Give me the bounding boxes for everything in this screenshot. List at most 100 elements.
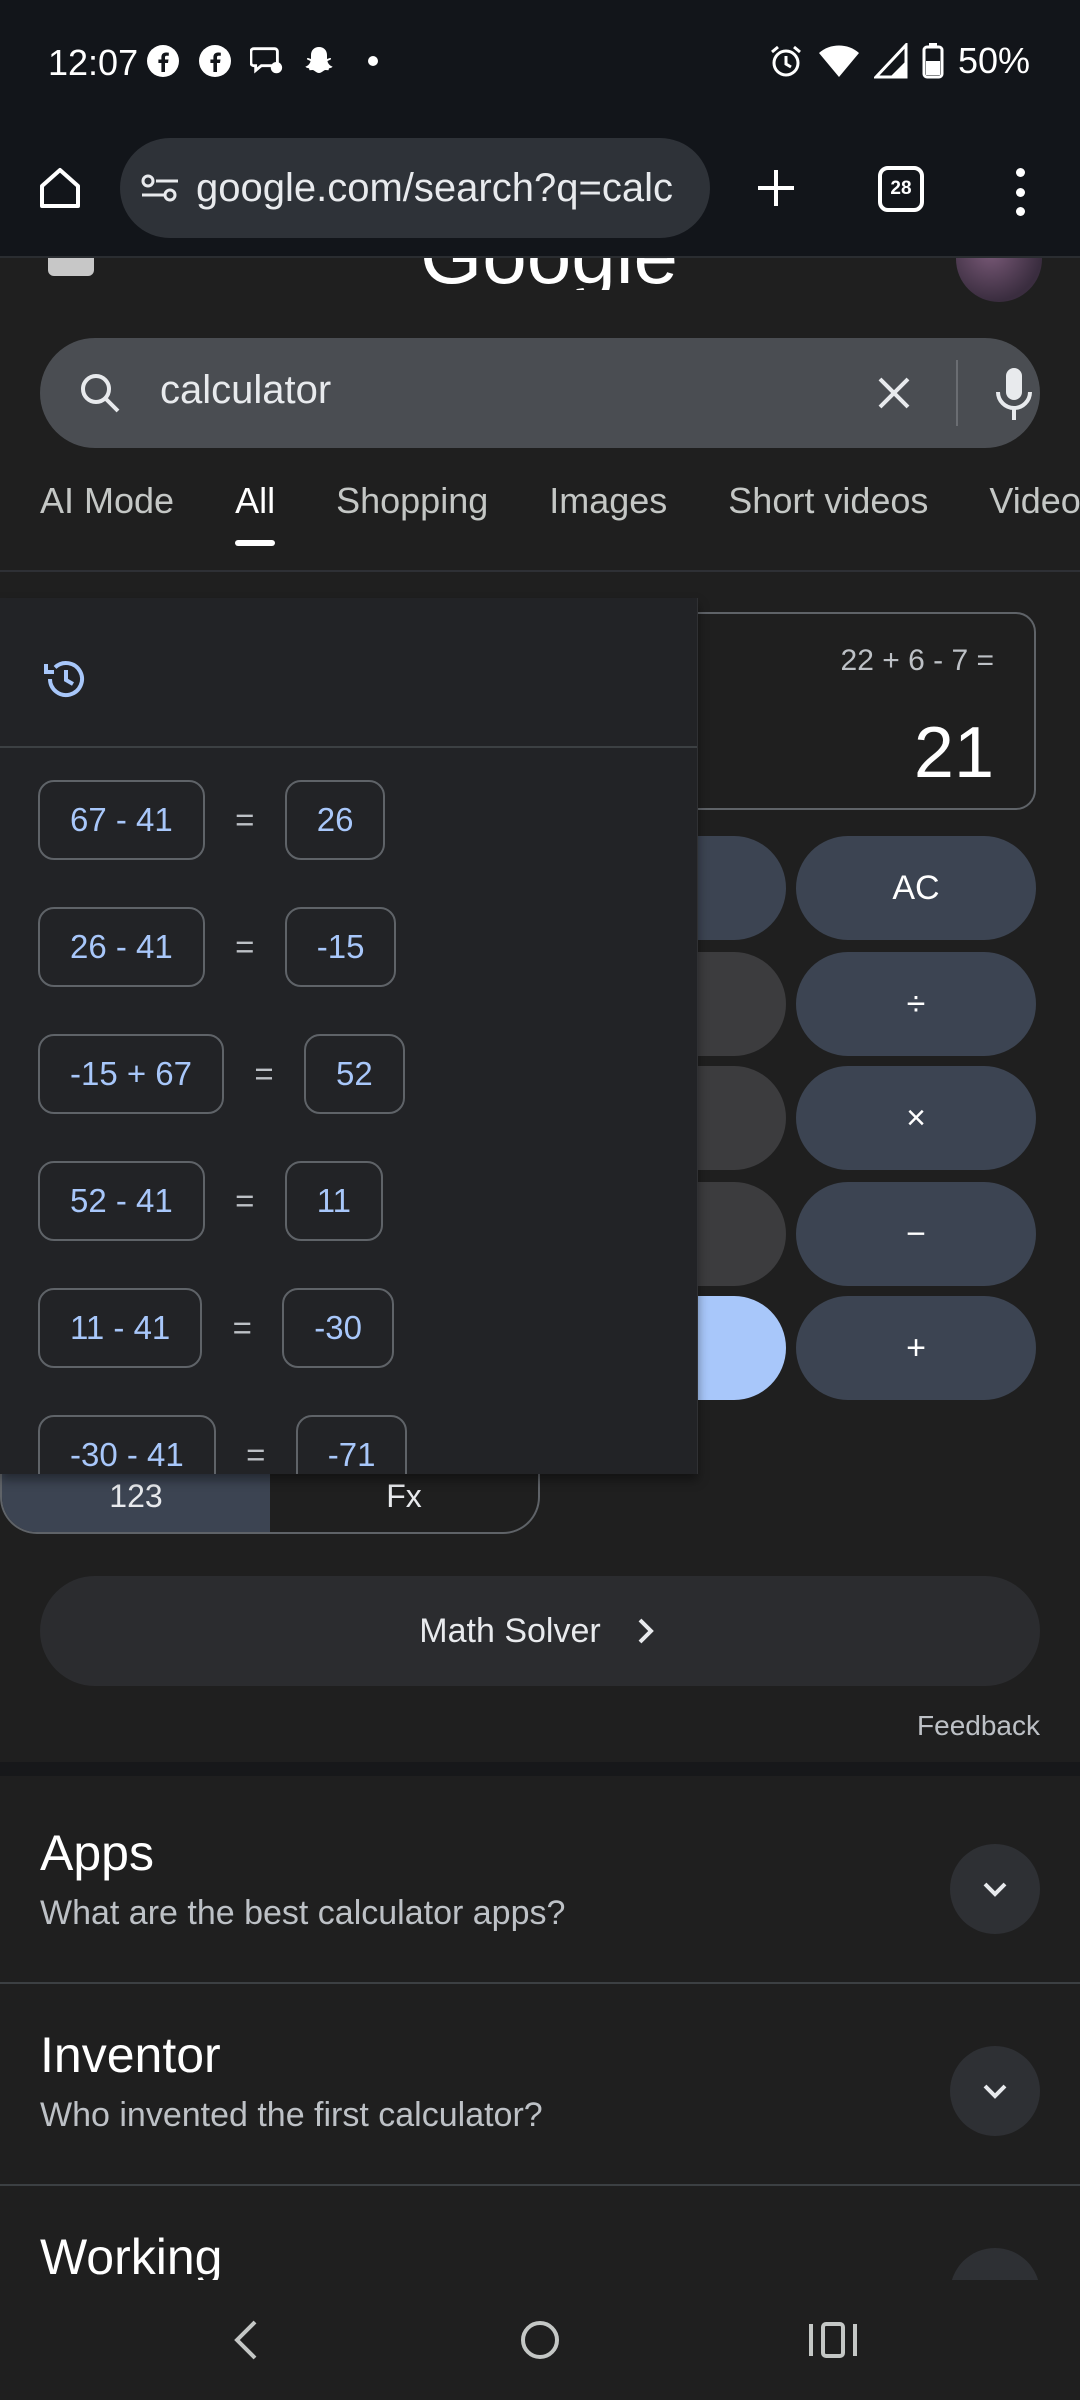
history-expression[interactable]: 67 - 41 xyxy=(38,780,205,860)
home-circle-icon[interactable] xyxy=(514,2310,566,2370)
math-solver-button[interactable]: Math Solver xyxy=(40,1576,1040,1686)
status-bar: 12:07 50% xyxy=(0,0,1080,128)
history-equals: = xyxy=(246,1436,266,1473)
history-expression[interactable]: -30 - 41 xyxy=(38,1415,216,1474)
more-menu-button[interactable] xyxy=(1000,162,1040,222)
faq-title: Working xyxy=(40,2229,223,2280)
feedback-link[interactable]: Feedback xyxy=(917,1710,1040,1742)
history-result[interactable]: 52 xyxy=(304,1034,405,1114)
history-row: 67 - 41 = 26 xyxy=(38,780,386,860)
ac-key[interactable]: AC xyxy=(796,836,1036,940)
faq-item-apps[interactable]: Apps What are the best calculator apps? xyxy=(0,1776,1080,1976)
tab-images[interactable]: Images xyxy=(549,480,667,560)
back-icon[interactable] xyxy=(225,2310,265,2370)
search-icon xyxy=(81,374,120,413)
faq-item-working[interactable]: Working xyxy=(0,2180,1080,2280)
history-result[interactable]: 26 xyxy=(284,780,386,860)
expand-button[interactable] xyxy=(950,2248,1040,2280)
history-icon[interactable] xyxy=(40,654,90,704)
expand-button[interactable] xyxy=(950,1844,1040,1934)
home-icon xyxy=(40,168,80,208)
expand-button[interactable] xyxy=(950,2046,1040,2136)
faq-title: Apps xyxy=(40,1825,154,1881)
tab-ai-mode[interactable]: AI Mode xyxy=(40,480,174,560)
faq-title: Inventor xyxy=(40,2027,221,2083)
microphone-icon[interactable] xyxy=(994,366,1034,422)
plus-icon xyxy=(758,170,794,206)
search-input[interactable]: calculator xyxy=(160,368,331,413)
facebook-icon xyxy=(198,44,232,78)
url-text[interactable]: google.com/search?q=calc xyxy=(196,166,696,211)
history-row: 26 - 41 = -15 xyxy=(38,907,397,987)
tab-all[interactable]: All xyxy=(235,480,276,560)
calculator-display: 22 + 6 - 7 = 21 xyxy=(660,612,1036,810)
search-box[interactable]: calculator xyxy=(40,338,1040,448)
history-equals: = xyxy=(232,1309,252,1346)
history-expression[interactable]: 11 - 41 xyxy=(38,1288,203,1368)
home-button[interactable] xyxy=(30,158,90,218)
search-tabs: AI Mode All Shopping Images Short videos… xyxy=(40,480,1080,560)
battery-percent: 50% xyxy=(957,40,1030,81)
account-avatar[interactable] xyxy=(956,258,1042,302)
math-solver-label: Math Solver xyxy=(419,1611,601,1650)
google-logo: Google xyxy=(0,258,1080,290)
faq-subtitle: Who invented the first calculator? xyxy=(40,2096,543,2134)
history-equals: = xyxy=(235,928,255,965)
history-row: -15 + 67 = 52 xyxy=(38,1034,405,1114)
faq-subtitle: What are the best calculator apps? xyxy=(40,1894,566,1932)
facebook-icon xyxy=(146,44,180,78)
clear-icon[interactable] xyxy=(870,369,918,417)
history-row: 52 - 41 = 11 xyxy=(38,1161,384,1241)
history-expression[interactable]: 52 - 41 xyxy=(38,1161,205,1241)
history-equals: = xyxy=(235,1182,255,1219)
minus-key[interactable]: − xyxy=(796,1182,1036,1286)
status-time: 12:07 xyxy=(48,42,139,83)
tab-short-videos[interactable]: Short videos xyxy=(728,480,928,560)
faq-item-inventor[interactable]: Inventor Who invented the first calculat… xyxy=(0,1978,1080,2178)
chevron-down-icon xyxy=(983,1882,1007,1897)
tab-switcher-button[interactable]: 28 xyxy=(878,166,924,212)
divide-key[interactable]: ÷ xyxy=(796,952,1036,1056)
chevron-down-icon xyxy=(983,2084,1007,2099)
tab-shopping[interactable]: Shopping xyxy=(336,480,488,560)
tabs-divider xyxy=(0,570,1080,572)
avatar xyxy=(956,258,1042,302)
search-divider xyxy=(956,360,958,426)
history-result[interactable]: -71 xyxy=(295,1415,408,1474)
history-expression[interactable]: 26 - 41 xyxy=(38,907,205,987)
calculator-result: 21 xyxy=(913,713,994,793)
history-expression[interactable]: -15 + 67 xyxy=(38,1034,225,1114)
recent-apps-icon[interactable] xyxy=(805,2310,861,2370)
section-divider xyxy=(0,1762,1080,1776)
history-result[interactable]: 11 xyxy=(284,1161,384,1241)
multiply-key[interactable]: × xyxy=(796,1066,1036,1170)
more-notifications-dot xyxy=(368,56,378,66)
notification-icons xyxy=(146,44,378,78)
system-navigation-bar xyxy=(0,2280,1080,2400)
menu-dot xyxy=(1015,207,1025,216)
calculator-history-panel: 67 - 41 = 26 26 - 41 = -15 -15 + 67 = 52… xyxy=(0,598,698,1474)
wifi-icon xyxy=(818,45,859,77)
menu-dot xyxy=(1015,187,1025,197)
messenger-icon xyxy=(250,44,284,78)
google-logo-text: Google xyxy=(420,258,678,290)
snapchat-icon xyxy=(302,44,336,78)
alarm-icon xyxy=(770,45,801,77)
browser-toolbar: google.com/search?q=calc 28 xyxy=(0,128,1080,258)
history-result[interactable]: -15 xyxy=(284,907,397,987)
history-row: -30 - 41 = -71 xyxy=(38,1415,408,1474)
plus-key[interactable]: + xyxy=(796,1296,1036,1400)
chevron-right-icon xyxy=(638,1618,654,1644)
address-bar[interactable]: google.com/search?q=calc xyxy=(120,138,710,238)
site-settings-icon[interactable] xyxy=(138,166,182,210)
history-equals: = xyxy=(254,1055,274,1092)
battery-icon xyxy=(922,43,944,79)
signal-icon xyxy=(873,43,908,79)
new-tab-button[interactable] xyxy=(746,158,806,218)
history-divider xyxy=(0,746,697,748)
history-row: 11 - 41 = -30 xyxy=(38,1288,394,1368)
tab-videos[interactable]: Videos xyxy=(989,480,1080,560)
history-result[interactable]: -30 xyxy=(282,1288,394,1368)
menu-dot xyxy=(1015,168,1025,177)
calculator-expression: 22 + 6 - 7 = xyxy=(840,644,994,677)
